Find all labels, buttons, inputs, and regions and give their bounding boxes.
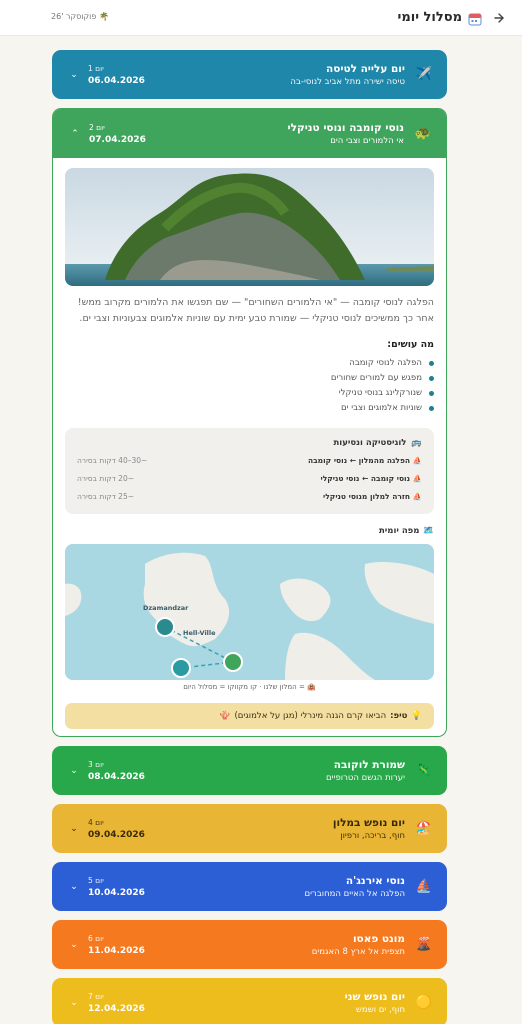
list-item: שנורקלינג בנוסי טניקלי	[65, 386, 434, 401]
volcano-icon: 🌋	[415, 937, 433, 952]
day-title: נוסי קומבה ונוסי טניקלי	[287, 121, 404, 134]
day-subtitle: אי הלמורים וצבי הים	[330, 135, 404, 146]
day-card-6[interactable]: 🌋 מונט פאסו תצפית אל ארץ 8 האגמים יום 6 …	[52, 920, 447, 969]
map-icon: 🗺️	[423, 526, 434, 536]
daily-map[interactable]: Dzamandzar Hell-Ville	[65, 544, 434, 680]
day-title: נוסי אירנג'ה	[345, 874, 405, 887]
day-number: יום 7	[88, 991, 104, 1001]
chevron-down-icon[interactable]: ⌄	[66, 70, 82, 80]
palm-tree-icon: 🌴	[99, 12, 110, 21]
map-legend: 🏨 = המלון שלנו · קו מקווקו = מסלול היום	[183, 683, 316, 691]
day-title: יום נופש שני	[344, 990, 405, 1003]
logistics-panel: 🚌 לוגיסטיקה ונסיעות ⛵ הפלגה מהמלון ← נוסי…	[65, 428, 434, 514]
bullet-dot	[429, 361, 434, 366]
island-photo	[65, 168, 434, 286]
chevron-down-icon[interactable]: ⌄	[66, 766, 82, 776]
day-subtitle: חוף, ים ושמש	[355, 1004, 405, 1015]
day-subtitle: טיסה ישירה מתל אביב לנוסי-בה	[290, 76, 405, 87]
page-title: מסלול יומי	[397, 10, 463, 25]
logistics-row: ⛵ חזרה למלון מנוסי טניקלי ~25 דקות בסירה	[77, 492, 422, 501]
day-title: מונט פאסו	[352, 932, 405, 945]
day-subtitle: תצפית אל ארץ 8 האגמים	[311, 946, 405, 957]
day-list: ✈️ יום עלייה לטיסה טיסה ישירה מתל אביב ל…	[52, 50, 447, 1024]
day-card-7[interactable]: 🟡 יום נופש שני חוף, ים ושמש יום 7 12.04.…	[52, 978, 447, 1024]
activities-title: מה עושים:	[387, 339, 434, 350]
day-title: יום עלייה לטיסה	[326, 62, 405, 75]
bus-icon: 🚌	[411, 438, 422, 448]
day-description: הפלגה לנוסי קומבה — "אי הלמורים השחורים"…	[77, 297, 434, 324]
day-card-2-header[interactable]: 🐢 נוסי קומבה ונוסי טניקלי אי הלמורים וצב…	[53, 109, 446, 158]
day-number: יום 3	[88, 759, 104, 769]
day-number: יום 4	[88, 817, 104, 827]
activities-list: הפלגה לנוסי קומבה מפגש עם למורים שחורים …	[65, 356, 434, 416]
day-date: 06.04.2026	[88, 75, 145, 86]
coral-icon: 🪸	[219, 711, 231, 721]
day-title: שמורת לוקובה	[333, 758, 405, 771]
day-date: 09.04.2026	[88, 829, 145, 840]
sun-icon: 🟡	[415, 995, 433, 1010]
lizard-icon: 🦎	[415, 763, 433, 778]
bullet-dot	[429, 391, 434, 396]
chevron-down-icon[interactable]: ⌄	[66, 940, 82, 950]
day-card-4[interactable]: 🏖️ יום נופש במלון חוף, בריכה, ורפיון יום…	[52, 804, 447, 853]
day-number: יום 6	[88, 933, 104, 943]
tip-label: טיפ:	[390, 711, 408, 721]
sailboat-icon: ⛵	[415, 879, 433, 894]
day-date: 12.04.2026	[88, 1003, 145, 1014]
day-date: 07.04.2026	[89, 134, 146, 145]
map-label-town1: Dzamandzar	[143, 604, 189, 612]
day-number: יום 1	[88, 63, 104, 73]
logistics-row: ⛵ הפלגה מהמלון ← נוסי קומבה ~30–40 דקות …	[77, 456, 422, 465]
day-date: 08.04.2026	[88, 771, 145, 782]
day-number: יום 5	[88, 875, 104, 885]
map-title: מפה יומית	[378, 526, 420, 536]
boat-icon: ⛵	[412, 474, 422, 483]
day-card-5[interactable]: ⛵ נוסי אירנג'ה הפלגה אל האיים המחוברים י…	[52, 862, 447, 911]
boat-icon: ⛵	[412, 492, 422, 501]
day-number: יום 2	[89, 122, 105, 132]
logistics-title: לוגיסטיקה ונסיעות	[333, 438, 407, 448]
top-bar: מסלול יומי 🌴פוקוסקר '26	[0, 0, 522, 36]
bullet-dot	[429, 406, 434, 411]
bullet-dot	[429, 376, 434, 381]
beach-icon: 🏖️	[415, 821, 433, 836]
logistics-row: ⛵ נוסי קומבה ← נוסי טניקלי ~20 דקות בסיר…	[77, 474, 422, 483]
tip-box: 💡 טיפ: הביאו קרם הגנה מינרלי (מגן על אלמ…	[65, 703, 434, 729]
day-subtitle: הפלגה אל האיים המחוברים	[304, 888, 406, 899]
chevron-up-icon[interactable]: ⌃	[67, 129, 83, 139]
day-subtitle: יערות הגשם הטרופיים	[326, 772, 405, 783]
chevron-down-icon[interactable]: ⌄	[66, 882, 82, 892]
day-subtitle: חוף, בריכה, ורפיון	[340, 830, 405, 841]
calendar-icon	[468, 11, 482, 25]
day-title: יום נופש במלון	[332, 816, 405, 829]
day-date: 11.04.2026	[88, 945, 145, 956]
list-item: שוניות אלמוגים וצבי ים	[65, 401, 434, 416]
map-label-town2: Hell-Ville	[183, 629, 216, 637]
airplane-icon: ✈️	[415, 67, 433, 82]
turtle-icon: 🐢	[414, 126, 432, 141]
arrow-right-icon[interactable]	[492, 11, 506, 25]
lightbulb-icon: 💡	[411, 711, 422, 721]
day-card-3[interactable]: 🦎 שמורת לוקובה יערות הגשם הטרופיים יום 3…	[52, 746, 447, 795]
list-item: מפגש עם למורים שחורים	[65, 371, 434, 386]
brand-label: 🌴פוקוסקר '26	[51, 12, 110, 21]
chevron-down-icon[interactable]: ⌄	[66, 998, 82, 1008]
chevron-down-icon[interactable]: ⌄	[66, 824, 82, 834]
day-card-2-expanded: 🐢 נוסי קומבה ונוסי טניקלי אי הלמורים וצב…	[52, 108, 447, 737]
day-date: 10.04.2026	[88, 887, 145, 898]
list-item: הפלגה לנוסי קומבה	[65, 356, 434, 371]
day-card-1[interactable]: ✈️ יום עלייה לטיסה טיסה ישירה מתל אביב ל…	[52, 50, 447, 99]
boat-icon: ⛵	[412, 456, 422, 465]
tip-text: הביאו קרם הגנה מינרלי (מגן על אלמוגים)	[234, 711, 387, 721]
